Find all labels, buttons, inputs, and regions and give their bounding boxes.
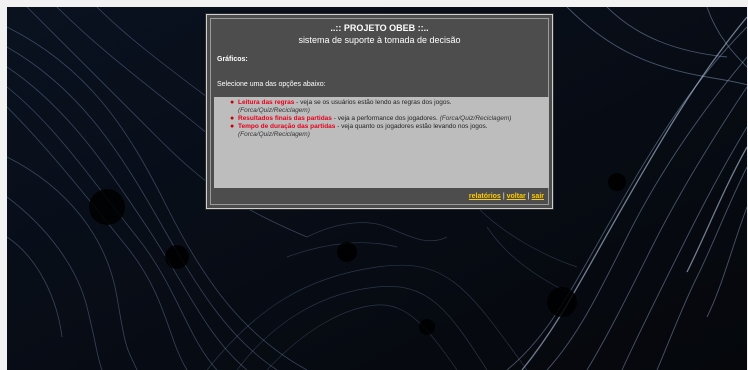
link-leitura-regras[interactable]: Leitura das regras — [238, 99, 294, 106]
option-games: (Forca/Quiz/Reciclagem) — [238, 107, 310, 114]
option-games: (Forca/Quiz/Reciclagem) — [238, 131, 310, 138]
bullet-icon: ● — [230, 99, 235, 106]
link-tempo-duracao[interactable]: Tempo de duração das partidas — [238, 123, 335, 130]
relatorios-link[interactable]: relatórios — [469, 193, 501, 200]
option-description: - veja quanto os jogadores estão levando… — [335, 123, 488, 130]
options-list: ● Leitura das regras - veja se os usuári… — [214, 99, 549, 139]
app-subtitle: sistema de suporte à tomada de decisão — [298, 35, 461, 45]
option-description: - veja a performance dos jogadores. — [331, 115, 440, 122]
list-item: ● Tempo de duração das partidas - veja q… — [230, 123, 549, 139]
option-description: - veja se os usuários estão lendo as reg… — [294, 99, 452, 106]
options-box: ● Leitura das regras - veja se os usuári… — [214, 97, 549, 188]
section-title: Gráficos: — [217, 56, 248, 63]
bullet-icon: ● — [230, 115, 235, 122]
bullet-icon: ● — [230, 123, 235, 130]
panel-frame: ..:: PROJETO OBEB ::.. sistema de suport… — [210, 18, 549, 205]
voltar-link[interactable]: voltar — [507, 193, 526, 200]
link-resultados-finais[interactable]: Resultados finais das partidas — [238, 115, 332, 122]
list-item: ● Resultados finais das partidas - veja … — [230, 115, 549, 123]
app-title: ..:: PROJETO OBEB ::.. — [330, 23, 429, 33]
list-item: ● Leitura das regras - veja se os usuári… — [230, 99, 549, 115]
instruction-text: Selecione uma das opções abaixo: — [217, 81, 326, 88]
main-panel: ..:: PROJETO OBEB ::.. sistema de suport… — [206, 14, 553, 209]
option-games: (Forca/Quiz/Reciclagem) — [439, 115, 512, 122]
sair-link[interactable]: sair — [532, 193, 544, 200]
footer-nav: relatórios | voltar | sair — [469, 193, 544, 200]
